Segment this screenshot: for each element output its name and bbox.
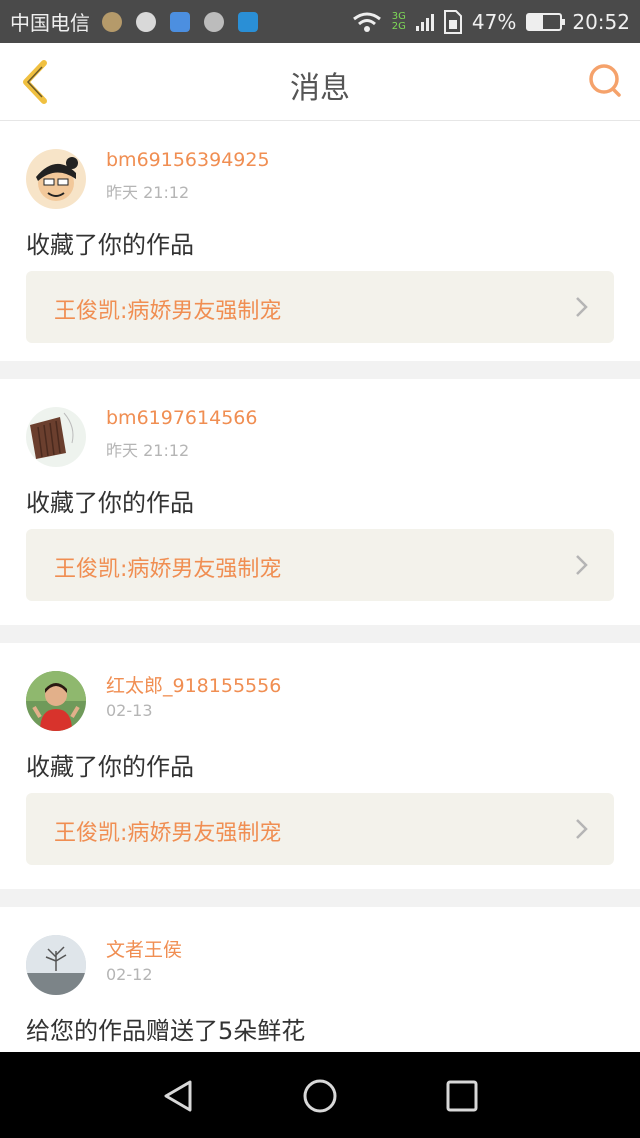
wifi-icon — [352, 12, 381, 32]
divider — [0, 361, 640, 379]
timestamp: 02-13 — [106, 701, 153, 720]
timestamp: 昨天 21:12 — [106, 183, 190, 202]
avatar[interactable] — [26, 149, 86, 209]
message-item: bm6197614566 昨天 21:12 收藏了你的作品 王俊凯:病娇男友强制… — [0, 379, 640, 625]
avatar[interactable] — [26, 935, 86, 995]
page-title: 消息 — [290, 71, 350, 106]
search-icon[interactable] — [588, 63, 624, 99]
app-notification-icon — [136, 11, 156, 32]
message-list: bm69156394925 昨天 21:12 收藏了你的作品 王俊凯:病娇男友强… — [0, 121, 640, 1067]
status-bar: 中国电信 3G 2G 47% 20:52 — [0, 0, 640, 43]
app-header: 消息 — [0, 43, 640, 121]
home-circle-icon[interactable] — [300, 1076, 340, 1116]
signal-icon — [415, 13, 434, 31]
battery-percent: 47% — [471, 9, 517, 34]
username[interactable]: 红太郎_918155556 — [106, 671, 281, 698]
work-title: 王俊凯:病娇男友强制宠 — [54, 821, 282, 846]
message-item: 文者王侯 02-12 给您的作品赠送了5朵鲜花 — [0, 907, 640, 1067]
app-notification-icon — [238, 11, 258, 32]
carrier-label: 中国电信 — [10, 11, 90, 35]
avatar[interactable] — [26, 671, 86, 731]
battery-icon — [526, 12, 566, 31]
work-link[interactable]: 王俊凯:病娇男友强制宠 — [26, 793, 614, 865]
timestamp: 02-12 — [106, 965, 153, 984]
action-text: 收藏了你的作品 — [26, 231, 194, 259]
notification-icons — [102, 11, 258, 32]
network-type: 3G 2G — [391, 10, 406, 32]
recents-square-icon[interactable] — [442, 1076, 482, 1116]
message-item: bm69156394925 昨天 21:12 收藏了你的作品 王俊凯:病娇男友强… — [0, 121, 640, 361]
message-item: 红太郎_918155556 02-13 收藏了你的作品 王俊凯:病娇男友强制宠 — [0, 643, 640, 889]
sim-card-icon — [443, 9, 462, 34]
chevron-right-icon — [576, 555, 588, 575]
chevron-right-icon — [576, 297, 588, 317]
app-notification-icon — [102, 11, 122, 32]
divider — [0, 889, 640, 907]
divider — [0, 625, 640, 643]
timestamp: 昨天 21:12 — [106, 441, 190, 460]
action-text: 收藏了你的作品 — [26, 753, 194, 781]
chevron-right-icon — [576, 819, 588, 839]
system-nav-bar — [0, 1052, 640, 1138]
avatar[interactable] — [26, 407, 86, 467]
username[interactable]: bm6197614566 — [106, 407, 257, 429]
username[interactable]: bm69156394925 — [106, 149, 270, 171]
username[interactable]: 文者王侯 — [106, 935, 182, 962]
back-triangle-icon[interactable] — [158, 1076, 198, 1116]
action-text: 给您的作品赠送了5朵鲜花 — [26, 1017, 306, 1045]
cloud-app-icon — [170, 11, 190, 32]
work-title: 王俊凯:病娇男友强制宠 — [54, 299, 282, 324]
action-text: 收藏了你的作品 — [26, 489, 194, 517]
clock: 20:52 — [572, 9, 630, 34]
work-title: 王俊凯:病娇男友强制宠 — [54, 557, 282, 582]
work-link[interactable]: 王俊凯:病娇男友强制宠 — [26, 529, 614, 601]
work-link[interactable]: 王俊凯:病娇男友强制宠 — [26, 271, 614, 343]
app-notification-icon — [204, 11, 224, 32]
